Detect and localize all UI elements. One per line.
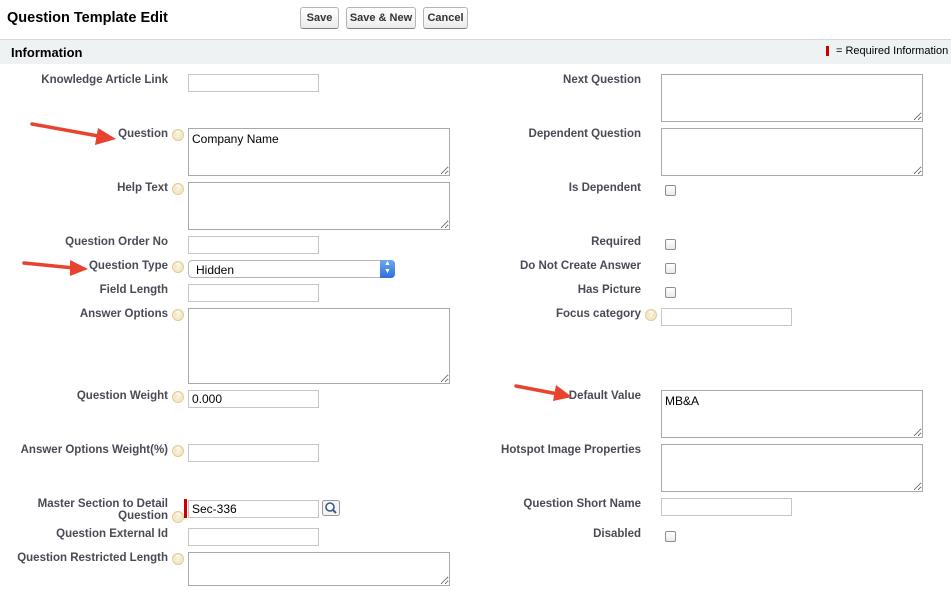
help-icon[interactable]: ? (172, 309, 184, 321)
hotspot-image-properties-textarea[interactable] (661, 444, 923, 492)
question-short-name-label: Question Short Name (523, 498, 641, 510)
dependent-question-label: Dependent Question (528, 128, 641, 140)
question-external-id-input[interactable] (188, 528, 319, 546)
lookup-magnifier-icon[interactable] (322, 500, 340, 516)
save-and-new-button[interactable]: Save & New (346, 7, 416, 29)
question-textarea[interactable]: Company Name (188, 128, 450, 176)
red-arrow-icon (30, 122, 116, 145)
disabled-label: Disabled (593, 528, 641, 540)
help-text-textarea[interactable] (188, 182, 450, 230)
answer-options-textarea[interactable] (188, 308, 450, 384)
question-order-no-input[interactable] (188, 236, 319, 254)
dependent-question-textarea[interactable] (661, 128, 923, 176)
help-icon[interactable]: ? (172, 129, 184, 141)
section-title: Information (11, 45, 83, 60)
question-external-id-label: Question External Id (56, 528, 168, 540)
question-restricted-length-label: Question Restricted Length (17, 552, 168, 564)
question-label: Question (118, 128, 168, 140)
page-title: Question Template Edit (7, 10, 168, 26)
answer-options-weight-input[interactable] (188, 444, 319, 462)
required-indicator (184, 499, 187, 518)
help-text-label: Help Text (117, 182, 168, 194)
help-icon[interactable]: ? (645, 309, 657, 321)
master-section-label-line2: Question (118, 510, 168, 522)
red-arrow-icon (22, 260, 88, 276)
required-checkbox[interactable] (665, 239, 676, 250)
question-weight-label: Question Weight (76, 390, 168, 402)
master-section-label: Master Section to Detail Question (38, 498, 168, 522)
master-section-lookup-input[interactable] (188, 500, 319, 518)
required-label: Required (591, 236, 641, 248)
question-type-select[interactable]: Hidden ▲ ▼ (188, 260, 395, 278)
focus-category-input[interactable] (661, 308, 792, 326)
answer-options-weight-label: Answer Options Weight(%) (20, 444, 168, 456)
field-length-input[interactable] (188, 284, 319, 302)
focus-category-label: Focus category (556, 308, 641, 320)
help-icon[interactable]: ? (172, 183, 184, 195)
is-dependent-label: Is Dependent (568, 182, 641, 194)
question-type-value: Hidden (196, 263, 235, 277)
help-icon[interactable]: ? (172, 511, 184, 523)
answer-options-label: Answer Options (79, 308, 168, 320)
hotspot-image-properties-label: Hotspot Image Properties (501, 444, 641, 456)
next-question-textarea[interactable] (661, 74, 923, 122)
help-icon[interactable]: ? (172, 445, 184, 457)
is-dependent-checkbox[interactable] (665, 185, 676, 196)
help-icon[interactable]: ? (172, 261, 184, 273)
default-value-textarea[interactable]: MB&A (661, 390, 923, 438)
help-icon[interactable]: ? (172, 553, 184, 565)
question-short-name-input[interactable] (661, 498, 792, 516)
select-updown-icon: ▲ ▼ (380, 260, 395, 278)
required-marker (826, 46, 829, 56)
red-arrow-icon (514, 384, 572, 401)
question-weight-input[interactable] (188, 390, 319, 408)
knowledge-article-link-input[interactable] (188, 74, 319, 92)
field-length-label: Field Length (99, 284, 168, 296)
knowledge-article-link-label: Knowledge Article Link (41, 74, 168, 86)
save-button[interactable]: Save (300, 7, 339, 29)
section-header: Information = Required Information (0, 39, 951, 64)
master-section-label-line1: Master Section to Detail (37, 498, 168, 510)
question-restricted-length-textarea[interactable] (188, 552, 450, 586)
default-value-label: Default Value (568, 390, 641, 402)
question-order-no-label: Question Order No (65, 236, 168, 248)
do-not-create-answer-label: Do Not Create Answer (520, 260, 641, 272)
required-legend: = Required Information (836, 45, 949, 57)
next-question-label: Next Question (563, 74, 641, 86)
has-picture-checkbox[interactable] (665, 287, 676, 298)
do-not-create-answer-checkbox[interactable] (665, 263, 676, 274)
question-type-label: Question Type (88, 260, 168, 272)
help-icon[interactable]: ? (172, 391, 184, 403)
disabled-checkbox[interactable] (665, 531, 676, 542)
has-picture-label: Has Picture (577, 284, 641, 296)
cancel-button[interactable]: Cancel (423, 7, 468, 29)
